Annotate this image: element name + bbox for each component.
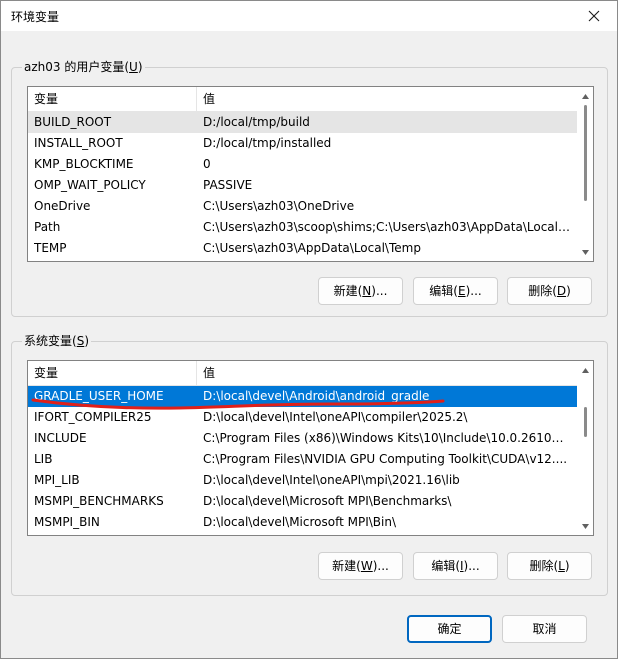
variable-name: TEMP xyxy=(34,241,67,255)
system-new-button[interactable]: 新建(W)... xyxy=(318,552,403,580)
system-variables-label: 系统变量(S) xyxy=(22,333,91,349)
chevron-down-icon xyxy=(581,523,589,529)
variable-name: MSMPI_BENCHMARKS xyxy=(34,494,164,508)
variable-value: C:\Users\azh03\scoop\shims;C:\Users\azh0… xyxy=(203,220,571,234)
list-item[interactable]: MPI_LIB D:\local\devel\Intel\oneAPI\mpi\… xyxy=(28,470,577,491)
variable-value: C:\Program Files (x86)\Windows Kits\10\I… xyxy=(203,431,571,445)
system-variables-list[interactable]: 变量 值 GRADLE_USER_HOME D:\local\devel\And… xyxy=(27,360,594,536)
list-item[interactable]: KMP_BLOCKTIME 0 xyxy=(28,154,577,175)
window-title: 环境变量 xyxy=(11,10,60,24)
user-new-button[interactable]: 新建(N)... xyxy=(318,277,403,305)
system-edit-button[interactable]: 编辑(I)... xyxy=(413,552,498,580)
list-item-selected[interactable]: GRADLE_USER_HOME D:\local\devel\Android\… xyxy=(28,386,577,407)
variable-value: PASSIVE xyxy=(203,178,253,192)
chevron-up-icon xyxy=(581,93,589,99)
environment-variables-dialog: 环境变量 azh03 的用户变量(U) 变量 值 BUILD_ROOT D:/l… xyxy=(0,0,618,659)
chevron-up-icon xyxy=(581,367,589,373)
list-item[interactable]: MSMPI_BENCHMARKS D:\local\devel\Microsof… xyxy=(28,491,577,512)
variable-value: D:\local\devel\Intel\oneAPI\mpi\2021.16\… xyxy=(203,473,460,487)
variable-value: D:/local/tmp/installed xyxy=(203,136,332,150)
column-header-value[interactable]: 值 xyxy=(197,361,577,385)
user-list-header: 变量 值 xyxy=(28,87,577,112)
system-variables-group: 系统变量(S) 变量 值 GRADLE_USER_HOME D:\local\d… xyxy=(11,333,608,596)
variable-name: OneDrive xyxy=(34,199,91,213)
list-item[interactable]: INSTALL_ROOT D:/local/tmp/installed xyxy=(28,133,577,154)
variable-name: GRADLE_USER_HOME xyxy=(34,389,164,403)
variable-value: 0 xyxy=(203,157,211,171)
list-item[interactable]: IFORT_COMPILER25 D:\local\devel\Intel\on… xyxy=(28,407,577,428)
scroll-thumb[interactable] xyxy=(584,407,587,437)
variable-value: D:\local\devel\Microsoft MPI\Benchmarks\ xyxy=(203,494,452,508)
system-list-scrollbar[interactable] xyxy=(577,361,593,535)
list-item[interactable]: TEMP C:\Users\azh03\AppData\Local\Temp xyxy=(28,238,577,259)
column-header-name[interactable]: 变量 xyxy=(28,361,197,385)
variable-name: INCLUDE xyxy=(34,431,87,445)
variable-value: D:\local\devel\Android\android_gradle xyxy=(203,389,430,403)
column-header-name[interactable]: 变量 xyxy=(28,87,197,111)
scroll-thumb[interactable] xyxy=(584,105,587,201)
variable-name: MSMPI_BIN xyxy=(34,515,100,529)
scroll-down-button[interactable] xyxy=(577,245,593,259)
variable-value: C:\Users\azh03\OneDrive xyxy=(203,199,355,213)
list-item[interactable]: OneDrive C:\Users\azh03\OneDrive xyxy=(28,196,577,217)
close-icon xyxy=(588,10,600,22)
title-bar: 环境变量 xyxy=(1,1,617,31)
list-item[interactable]: MSMPI_BIN D:\local\devel\Microsoft MPI\B… xyxy=(28,512,577,533)
system-delete-button[interactable]: 删除(L) xyxy=(507,552,592,580)
user-variables-list[interactable]: 变量 值 BUILD_ROOT D:/local/tmp/build INSTA… xyxy=(27,86,594,262)
user-list-scrollbar[interactable] xyxy=(577,87,593,261)
variable-value: C:\Users\azh03\AppData\Local\Temp xyxy=(203,241,421,255)
scroll-up-button[interactable] xyxy=(577,363,593,377)
user-variables-group: azh03 的用户变量(U) 变量 值 BUILD_ROOT D:/local/… xyxy=(11,59,608,317)
list-item[interactable]: BUILD_ROOT D:/local/tmp/build xyxy=(28,112,577,133)
variable-name: BUILD_ROOT xyxy=(34,115,112,129)
variable-name: INSTALL_ROOT xyxy=(34,136,123,150)
variable-value: D:\local\devel\Intel\oneAPI\compiler\202… xyxy=(203,410,468,424)
user-list-rows: BUILD_ROOT D:/local/tmp/build INSTALL_RO… xyxy=(28,112,577,259)
list-item[interactable]: LIB C:\Program Files\NVIDIA GPU Computin… xyxy=(28,449,577,470)
variable-name: OMP_WAIT_POLICY xyxy=(34,178,146,192)
variable-name: IFORT_COMPILER25 xyxy=(34,410,152,424)
variable-name: MPI_LIB xyxy=(34,473,80,487)
variable-name: LIB xyxy=(34,452,53,466)
chevron-down-icon xyxy=(581,249,589,255)
column-header-value[interactable]: 值 xyxy=(197,87,577,111)
cancel-button[interactable]: 取消 xyxy=(502,615,587,643)
user-edit-button[interactable]: 编辑(E)... xyxy=(413,277,498,305)
user-delete-button[interactable]: 删除(D) xyxy=(507,277,592,305)
variable-value: D:/local/tmp/build xyxy=(203,115,310,129)
user-variables-label: azh03 的用户变量(U) xyxy=(22,59,145,75)
variable-name: KMP_BLOCKTIME xyxy=(34,157,134,171)
close-button[interactable] xyxy=(571,1,617,31)
list-item[interactable]: OMP_WAIT_POLICY PASSIVE xyxy=(28,175,577,196)
variable-value: C:\Program Files\NVIDIA GPU Computing To… xyxy=(203,452,568,466)
system-list-rows: GRADLE_USER_HOME D:\local\devel\Android\… xyxy=(28,386,577,533)
ok-button[interactable]: 确定 xyxy=(407,615,492,643)
scroll-down-button[interactable] xyxy=(577,519,593,533)
variable-value: D:\local\devel\Microsoft MPI\Bin\ xyxy=(203,515,397,529)
variable-name: Path xyxy=(34,220,61,234)
list-item[interactable]: INCLUDE C:\Program Files (x86)\Windows K… xyxy=(28,428,577,449)
system-list-header: 变量 值 xyxy=(28,361,577,386)
scroll-up-button[interactable] xyxy=(577,89,593,103)
list-item[interactable]: Path C:\Users\azh03\scoop\shims;C:\Users… xyxy=(28,217,577,238)
